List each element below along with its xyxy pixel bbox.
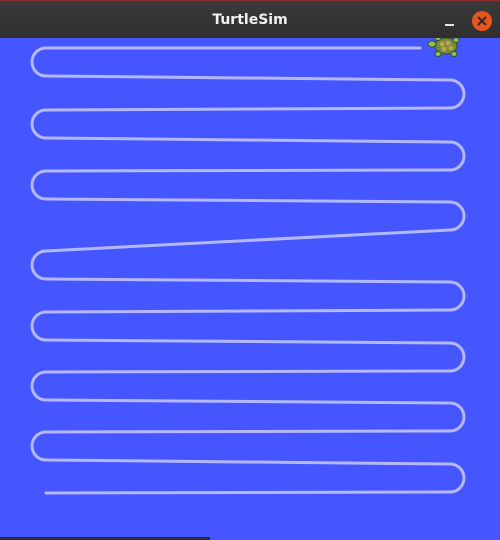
turtle-icon[interactable] <box>427 35 460 57</box>
turtle-canvas <box>0 35 500 540</box>
title-bar[interactable]: TurtleSim <box>0 0 500 38</box>
minimize-button[interactable] <box>442 12 458 28</box>
pen-trail <box>30 46 466 495</box>
close-button[interactable] <box>472 11 492 31</box>
close-icon <box>477 16 487 26</box>
window-title: TurtleSim <box>212 12 288 28</box>
turtlesim-window: TurtleSim <box>0 0 500 540</box>
turtle-drawing <box>30 35 466 495</box>
